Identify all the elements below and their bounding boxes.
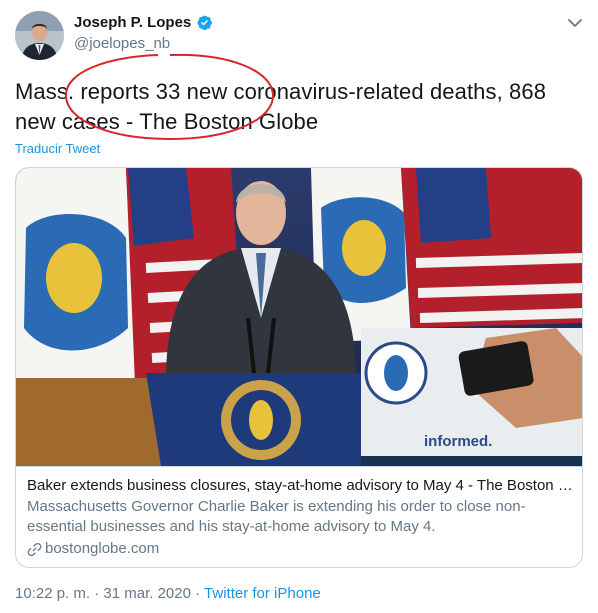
meta-separator: ·	[94, 585, 100, 602]
translate-tweet-link[interactable]: Traducir Tweet	[15, 141, 100, 156]
tweet-meta: 10:22 p. m. · 31 mar. 2020 · Twitter for…	[15, 585, 321, 602]
tweet-text: Mass. reports 33 new coronavirus-related…	[15, 77, 575, 137]
card-description: Massachusetts Governor Charlie Baker is …	[27, 498, 526, 535]
card-image[interactable]: informed.	[16, 168, 582, 466]
avatar[interactable]	[15, 11, 64, 60]
card-domain-text[interactable]: bostonglobe.com	[45, 539, 159, 559]
tweet-text-line: new cases - The Boston Globe	[15, 109, 319, 134]
meta-separator: ·	[195, 585, 201, 602]
card-body[interactable]: Baker extends business closures, stay-at…	[16, 466, 582, 567]
verified-badge-icon	[196, 14, 213, 31]
link-card[interactable]: informed. Baker extends business closure…	[15, 167, 583, 568]
tweet-date[interactable]: 31 mar. 2020	[103, 585, 191, 602]
author-display-name[interactable]: Joseph P. Lopes	[74, 14, 191, 31]
author-name-row[interactable]: Joseph P. Lopes	[74, 14, 213, 31]
link-icon	[27, 542, 42, 556]
card-title[interactable]: Baker extends business closures, stay-at…	[27, 476, 573, 496]
tweet-time[interactable]: 10:22 p. m.	[15, 585, 90, 602]
card-domain[interactable]: bostonglobe.com	[27, 539, 573, 559]
chevron-down-icon[interactable]	[566, 14, 584, 32]
tweet-text-line: Mass. reports 33 new coronavirus-related…	[15, 79, 547, 104]
card-image-text: informed.	[424, 433, 492, 450]
tweet-source-link[interactable]: Twitter for iPhone	[204, 585, 321, 602]
tweet: Joseph P. Lopes @joelopes_nb Mass. repor…	[0, 0, 598, 613]
author-handle[interactable]: @joelopes_nb	[74, 35, 170, 52]
